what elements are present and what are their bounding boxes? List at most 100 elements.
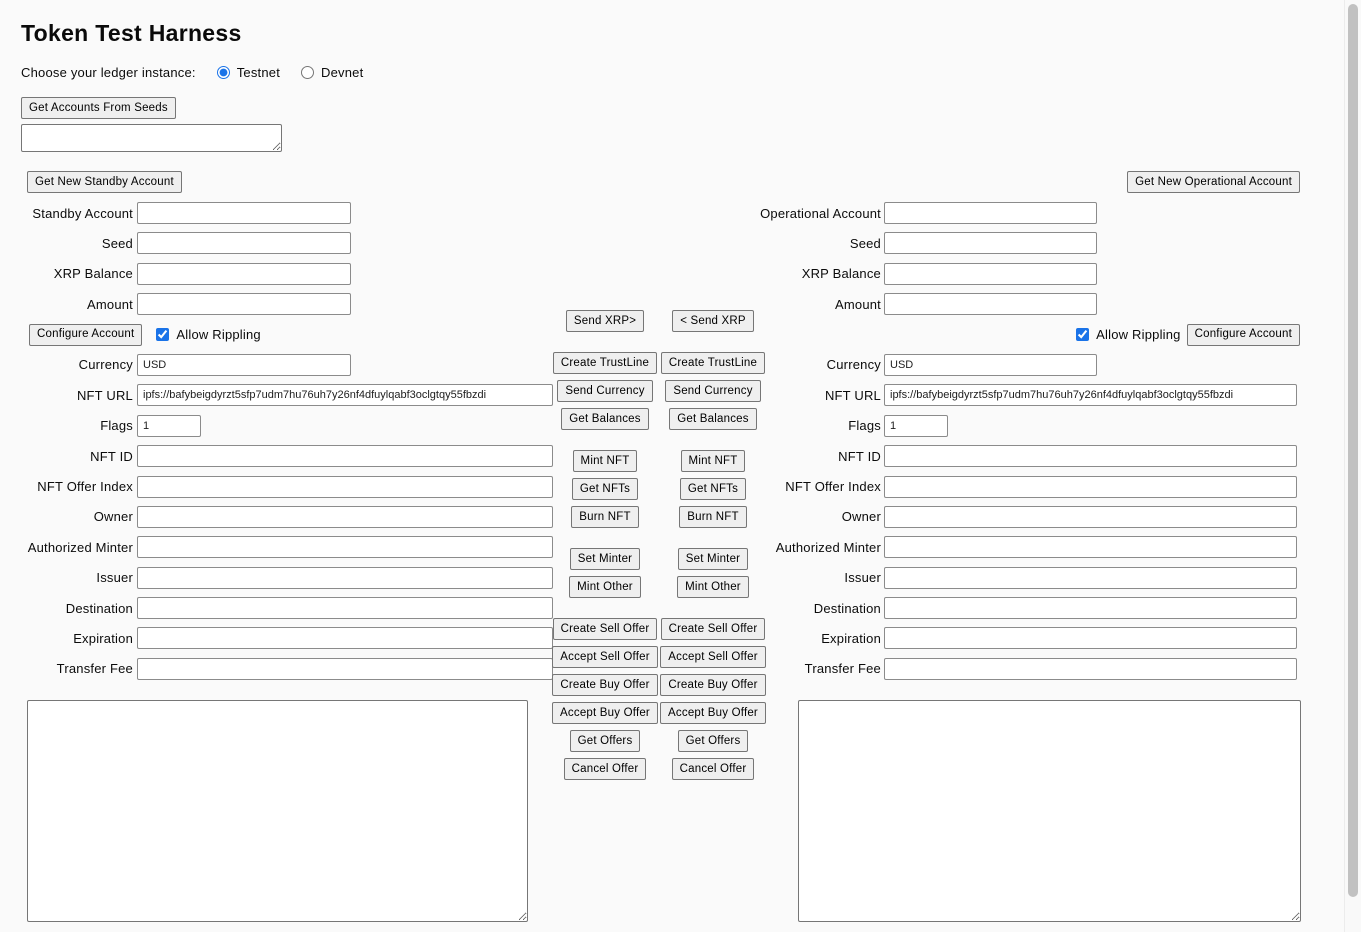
standby-create-trustline-button[interactable]: Create TrustLine: [553, 352, 657, 374]
operational-expiration-input[interactable]: [884, 627, 1297, 649]
field-row: Flags: [21, 415, 553, 437]
testnet-option[interactable]: Testnet: [217, 65, 280, 80]
operational-set-minter-button[interactable]: Set Minter: [678, 548, 748, 570]
operational-create-buy-offer-button[interactable]: Create Buy Offer: [660, 674, 765, 696]
standby-amount-label: Amount: [21, 297, 137, 312]
get-accounts-from-seeds-button[interactable]: Get Accounts From Seeds: [21, 97, 176, 119]
operational-account-input[interactable]: [884, 202, 1097, 224]
standby-nft-url-input[interactable]: [137, 384, 553, 406]
operational-configure-account-button[interactable]: Configure Account: [1187, 324, 1300, 346]
field-row: Currency: [21, 354, 553, 376]
operational-flags-input[interactable]: [884, 415, 948, 437]
operational-flags-label: Flags: [760, 418, 884, 433]
standby-expiration-input[interactable]: [137, 627, 553, 649]
seeds-textarea[interactable]: [21, 124, 282, 152]
get-new-operational-account-button[interactable]: Get New Operational Account: [1127, 171, 1300, 193]
field-row: Owner: [21, 506, 553, 528]
operational-nft-offer-index-input[interactable]: [884, 476, 1297, 498]
operational-get-nfts-button[interactable]: Get NFTs: [680, 478, 746, 500]
button-group: Mint NFT Get NFTs Burn NFT: [571, 450, 638, 528]
operational-allow-rippling-checkbox[interactable]: [1076, 328, 1089, 341]
standby-send-xrp-button[interactable]: Send XRP>: [566, 310, 644, 332]
standby-xrp-balance-label: XRP Balance: [21, 266, 137, 281]
operational-expiration-label: Expiration: [760, 631, 884, 646]
button-group: Create Sell Offer Accept Sell Offer Crea…: [552, 618, 658, 780]
standby-get-nfts-button[interactable]: Get NFTs: [572, 478, 638, 500]
operational-send-xrp-button[interactable]: < Send XRP: [672, 310, 754, 332]
button-group: Send XRP>: [566, 310, 644, 332]
standby-cancel-offer-button[interactable]: Cancel Offer: [564, 758, 647, 780]
operational-authorized-minter-input[interactable]: [884, 536, 1297, 558]
vertical-scrollbar[interactable]: [1344, 0, 1361, 932]
operational-create-sell-offer-button[interactable]: Create Sell Offer: [661, 618, 766, 640]
standby-mint-other-button[interactable]: Mint Other: [569, 576, 641, 598]
field-row: Amount: [760, 293, 1300, 315]
button-group: Mint NFT Get NFTs Burn NFT: [679, 450, 746, 528]
get-new-standby-account-button[interactable]: Get New Standby Account: [27, 171, 182, 193]
standby-flags-input[interactable]: [137, 415, 201, 437]
operational-issuer-input[interactable]: [884, 567, 1297, 589]
standby-issuer-input[interactable]: [137, 567, 553, 589]
devnet-radio[interactable]: [301, 66, 314, 79]
operational-destination-input[interactable]: [884, 597, 1297, 619]
standby-seed-input[interactable]: [137, 232, 351, 254]
operational-owner-input[interactable]: [884, 506, 1297, 528]
standby-owner-input[interactable]: [137, 506, 553, 528]
operational-currency-input[interactable]: [884, 354, 1097, 376]
scrollbar-thumb[interactable]: [1348, 4, 1358, 897]
operational-destination-label: Destination: [760, 601, 884, 616]
standby-create-sell-offer-button[interactable]: Create Sell Offer: [553, 618, 658, 640]
operational-nft-id-label: NFT ID: [760, 449, 884, 464]
operational-authorized-minter-label: Authorized Minter: [760, 540, 884, 555]
standby-amount-input[interactable]: [137, 293, 351, 315]
operational-get-offers-button[interactable]: Get Offers: [678, 730, 749, 752]
operational-amount-input[interactable]: [884, 293, 1097, 315]
field-row: XRP Balance: [760, 263, 1300, 285]
standby-currency-input[interactable]: [137, 354, 351, 376]
devnet-option[interactable]: Devnet: [301, 65, 363, 80]
operational-accept-buy-offer-button[interactable]: Accept Buy Offer: [660, 702, 766, 724]
standby-get-offers-button[interactable]: Get Offers: [570, 730, 641, 752]
standby-results-textarea[interactable]: [27, 700, 528, 922]
standby-authorized-minter-input[interactable]: [137, 536, 553, 558]
standby-destination-input[interactable]: [137, 597, 553, 619]
operational-seed-input[interactable]: [884, 232, 1097, 254]
standby-mint-nft-button[interactable]: Mint NFT: [573, 450, 638, 472]
standby-send-currency-button[interactable]: Send Currency: [557, 380, 652, 402]
operational-header: Get New Operational Account: [760, 171, 1300, 193]
operational-xrp-balance-input[interactable]: [884, 263, 1097, 285]
standby-get-balances-button[interactable]: Get Balances: [561, 408, 648, 430]
standby-configure-account-button[interactable]: Configure Account: [29, 324, 142, 346]
operational-burn-nft-button[interactable]: Burn NFT: [679, 506, 746, 528]
standby-burn-nft-button[interactable]: Burn NFT: [571, 506, 638, 528]
operational-send-currency-button[interactable]: Send Currency: [665, 380, 760, 402]
operational-mint-other-button[interactable]: Mint Other: [677, 576, 749, 598]
standby-xrp-balance-input[interactable]: [137, 263, 351, 285]
standby-nft-id-input[interactable]: [137, 445, 553, 467]
operational-amount-label: Amount: [760, 297, 884, 312]
operational-nft-url-input[interactable]: [884, 384, 1297, 406]
standby-create-buy-offer-button[interactable]: Create Buy Offer: [552, 674, 657, 696]
standby-allow-rippling-label: Allow Rippling: [176, 327, 260, 342]
operational-get-balances-button[interactable]: Get Balances: [669, 408, 756, 430]
operational-results-textarea[interactable]: [798, 700, 1301, 922]
standby-nft-offer-index-input[interactable]: [137, 476, 553, 498]
standby-set-minter-button[interactable]: Set Minter: [570, 548, 640, 570]
field-row: Owner: [760, 506, 1300, 528]
operational-cancel-offer-button[interactable]: Cancel Offer: [672, 758, 755, 780]
page-title: Token Test Harness: [21, 20, 242, 47]
standby-allow-rippling-checkbox[interactable]: [156, 328, 169, 341]
field-row: NFT ID: [21, 445, 553, 467]
standby-flags-label: Flags: [21, 418, 137, 433]
operational-accept-sell-offer-button[interactable]: Accept Sell Offer: [660, 646, 765, 668]
operational-create-trustline-button[interactable]: Create TrustLine: [661, 352, 765, 374]
testnet-radio[interactable]: [217, 66, 230, 79]
standby-transfer-fee-input[interactable]: [137, 658, 553, 680]
standby-account-input[interactable]: [137, 202, 351, 224]
operational-nft-id-input[interactable]: [884, 445, 1297, 467]
standby-configure-row: Configure Account Allow Rippling: [21, 324, 553, 346]
standby-accept-buy-offer-button[interactable]: Accept Buy Offer: [552, 702, 658, 724]
operational-transfer-fee-input[interactable]: [884, 658, 1297, 680]
standby-accept-sell-offer-button[interactable]: Accept Sell Offer: [552, 646, 657, 668]
operational-mint-nft-button[interactable]: Mint NFT: [681, 450, 746, 472]
